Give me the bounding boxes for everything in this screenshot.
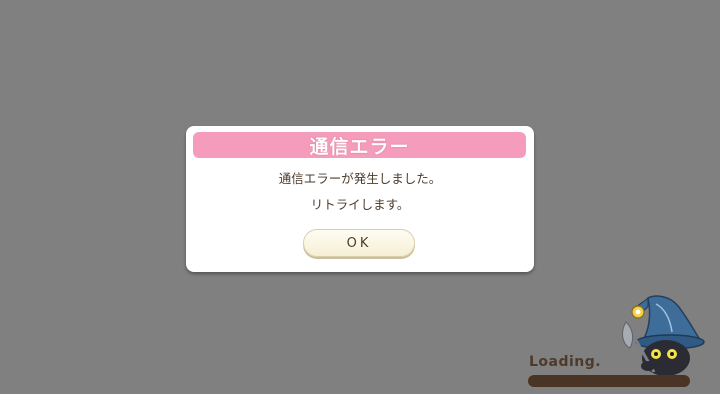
- black-cat-mage-icon: [622, 295, 705, 376]
- dialog-message-line1: 通信エラーが発生しました。: [278, 171, 442, 186]
- loading-indicator: Loading.: [526, 292, 706, 390]
- dialog-title: 通信エラー: [309, 135, 410, 158]
- ok-button[interactable]: OK: [303, 229, 415, 257]
- loading-label: Loading.: [529, 354, 602, 370]
- error-dialog: 通信エラー 通信エラーが発生しました。 リトライします。 OK: [186, 126, 534, 272]
- dialog-header: 通信エラー: [193, 132, 526, 158]
- dialog-message-line2: リトライします。: [310, 197, 410, 212]
- loading-progress-bar: [528, 375, 690, 387]
